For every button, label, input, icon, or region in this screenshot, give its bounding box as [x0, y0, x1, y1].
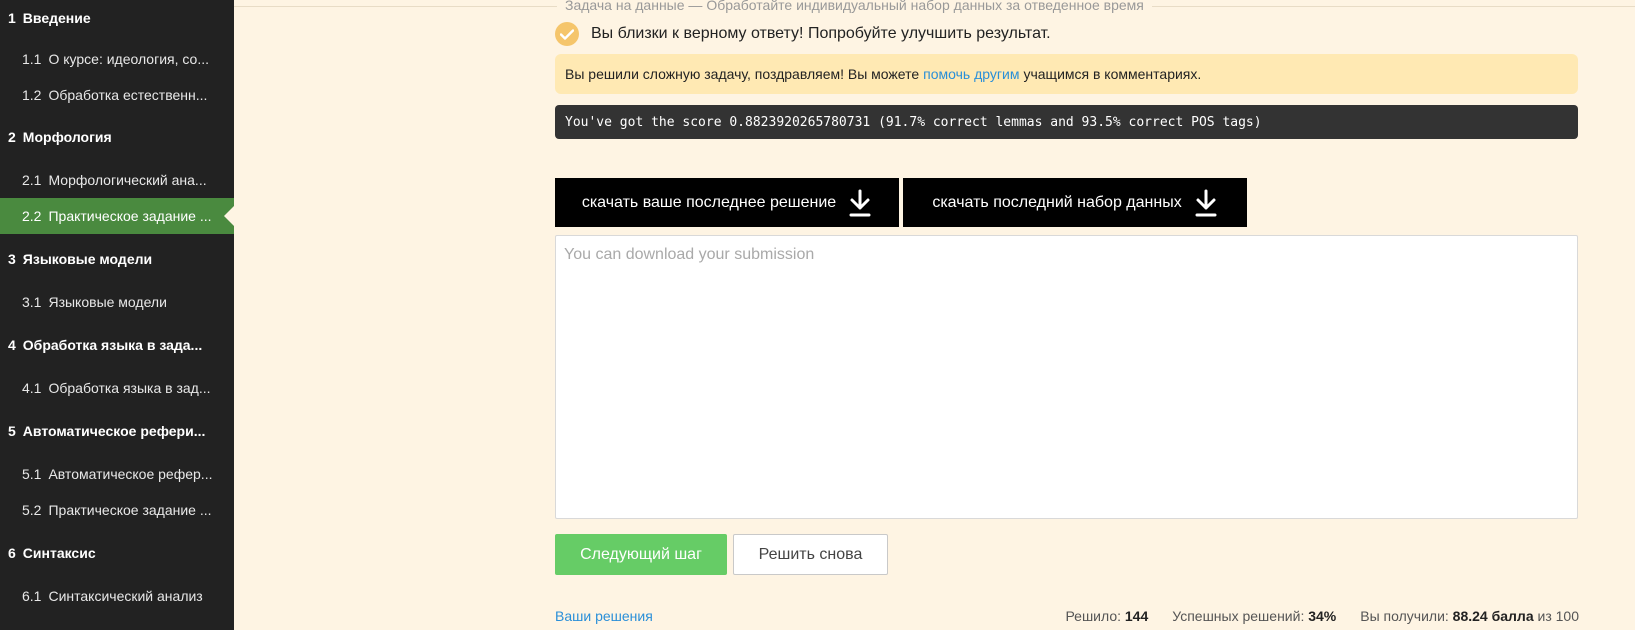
sidebar-item-number: 4.1 — [22, 380, 42, 396]
download-solution-label: скачать ваше последнее решение — [581, 193, 837, 211]
sidebar-item-3-1[interactable]: 3.1 Языковые модели — [0, 284, 234, 320]
sidebar-item-number: 6 — [8, 545, 16, 561]
help-others-link[interactable]: помочь другим — [923, 66, 1019, 82]
check-icon — [555, 22, 579, 46]
sidebar-item-label: Обработка языка в зад... — [48, 380, 211, 396]
got-value: 88.24 балла — [1452, 608, 1534, 624]
task-stats: Решило: 144 Успешных решений: 34% Вы пол… — [1041, 608, 1579, 624]
sidebar-item-1-1[interactable]: 1.1 О курсе: идеология, со... — [0, 41, 234, 77]
sidebar-item-number: 1 — [8, 10, 16, 26]
sidebar-item-label: Практическое задание ... — [48, 208, 212, 224]
sidebar-item-2-2-active[interactable]: 2.2 Практическое задание ... — [0, 198, 234, 234]
solved-stat: Решило: 144 — [1065, 608, 1148, 624]
note-suffix: учащимся в комментариях. — [1023, 66, 1202, 82]
sidebar-item-1-2[interactable]: 1.2 Обработка естественн... — [0, 77, 234, 113]
task-legend: Задача на данные — Обработайте индивидуа… — [557, 0, 1152, 12]
sidebar-section-1[interactable]: 1 Введение — [0, 0, 234, 36]
sidebar-item-number: 1.1 — [22, 51, 42, 67]
sidebar-item-number: 4 — [8, 337, 16, 353]
download-solution-button[interactable]: скачать ваше последнее решение — [555, 178, 899, 227]
success-stat: Успешных решений: 34% — [1172, 608, 1336, 624]
sidebar-item-number: 2.2 — [22, 208, 42, 224]
submission-textarea[interactable]: You can download your submission — [555, 235, 1578, 519]
sidebar-item-label: Морфология — [22, 129, 112, 145]
sidebar-item-number: 6.1 — [22, 588, 42, 604]
congrats-note: Вы решили сложную задачу, поздравляем! В… — [555, 54, 1578, 94]
sidebar-item-label: Практическое задание ... — [48, 502, 212, 518]
your-solutions-link[interactable]: Ваши решения — [555, 608, 653, 624]
sidebar-item-label: Языковые модели — [48, 294, 167, 310]
got-label: Вы получили: — [1360, 608, 1449, 624]
sidebar-item-label: О курсе: идеология, со... — [48, 51, 209, 67]
success-value: 34% — [1308, 608, 1337, 624]
got-suffix: из 100 — [1537, 608, 1580, 624]
sidebar-section-2[interactable]: 2 Морфология — [0, 119, 234, 155]
status-message: Вы близки к верному ответу! Попробуйте у… — [591, 25, 1051, 42]
sidebar-item-number: 2.1 — [22, 172, 42, 188]
sidebar-item-5-1[interactable]: 5.1 Автоматическое рефер... — [0, 456, 234, 492]
download-dataset-button[interactable]: скачать последний набор данных — [903, 178, 1247, 227]
sidebar-section-4[interactable]: 4 Обработка языка в зада... — [0, 327, 234, 363]
sidebar-item-number: 5.2 — [22, 502, 42, 518]
solve-again-button[interactable]: Решить снова — [733, 534, 888, 575]
sidebar-item-2-1[interactable]: 2.1 Морфологический ана... — [0, 162, 234, 198]
download-icon — [848, 189, 872, 217]
sidebar-item-label: Морфологический ана... — [48, 172, 207, 188]
sidebar-item-label: Синтаксис — [22, 545, 96, 561]
sidebar-item-number: 5 — [8, 423, 16, 439]
course-sidebar: 1 Введение 1.1 О курсе: идеология, со...… — [0, 0, 234, 630]
sidebar-item-label: Языковые модели — [22, 251, 153, 267]
sidebar-item-number: 3.1 — [22, 294, 42, 310]
sidebar-item-label: Обработка естественн... — [48, 87, 208, 103]
sidebar-item-4-1[interactable]: 4.1 Обработка языка в зад... — [0, 370, 234, 406]
sidebar-item-number: 3 — [8, 251, 16, 267]
next-step-button[interactable]: Следующий шаг — [555, 534, 727, 575]
active-item-pointer — [224, 205, 235, 227]
sidebar-item-5-2[interactable]: 5.2 Практическое задание ... — [0, 492, 234, 528]
solved-value: 144 — [1124, 608, 1149, 624]
sidebar-item-6-1[interactable]: 6.1 Синтаксический анализ — [0, 578, 234, 614]
note-prefix: Вы решили сложную задачу, поздравляем! В… — [565, 66, 920, 82]
sidebar-item-number: 1.2 — [22, 87, 42, 103]
score-stat: Вы получили: 88.24 балла из 100 — [1360, 608, 1579, 624]
sidebar-item-label: Синтаксический анализ — [48, 588, 203, 604]
sidebar-item-label: Обработка языка в зада... — [22, 337, 203, 353]
sidebar-section-3[interactable]: 3 Языковые модели — [0, 241, 234, 277]
solved-label: Решило: — [1065, 608, 1121, 624]
success-label: Успешных решений: — [1172, 608, 1305, 624]
sidebar-item-label: Введение — [22, 10, 91, 26]
sidebar-item-label: Автоматическое рефер... — [48, 466, 213, 482]
sidebar-section-5[interactable]: 5 Автоматическое рефери... — [0, 413, 234, 449]
download-dataset-label: скачать последний набор данных — [932, 193, 1182, 211]
download-icon — [1194, 189, 1218, 217]
sidebar-section-6[interactable]: 6 Синтаксис — [0, 535, 234, 571]
status-row: Вы близки к верному ответу! Попробуйте у… — [555, 22, 1051, 46]
sidebar-item-number: 2 — [8, 129, 16, 145]
sidebar-item-number: 5.1 — [22, 466, 42, 482]
sidebar-item-label: Автоматическое рефери... — [22, 423, 206, 439]
score-output: You've got the score 0.8823920265780731 … — [555, 105, 1578, 139]
